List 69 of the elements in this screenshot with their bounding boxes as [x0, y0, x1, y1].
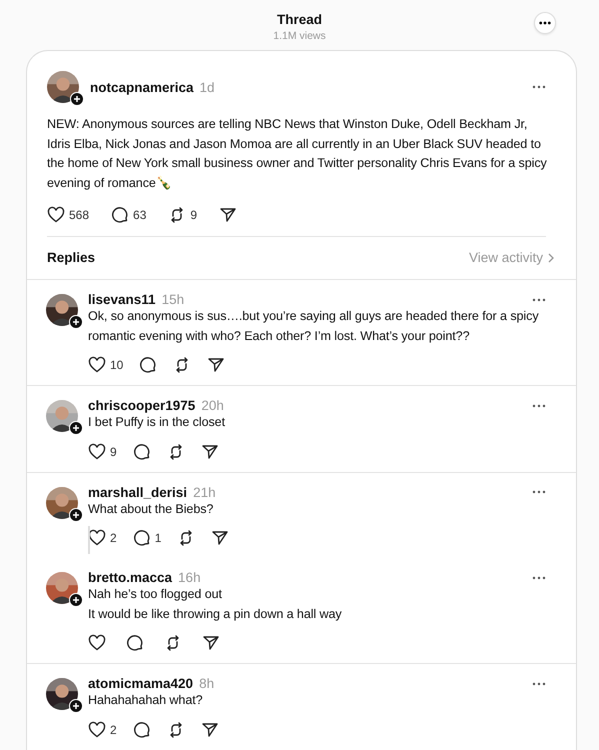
reply-text: I bet Puffy is in the closet: [88, 414, 226, 431]
reply-text: It would be like throwing a pin down a hall way: [88, 606, 343, 623]
send-icon: [202, 634, 220, 652]
heart-button[interactable]: 9: [88, 442, 117, 462]
reply-text: Nah he’s too flogged out: [88, 586, 223, 603]
heart-button[interactable]: 2: [88, 720, 117, 740]
send-icon: [207, 356, 226, 374]
heart-button[interactable]: 2: [88, 528, 117, 548]
heart-button[interactable]: 10: [88, 355, 124, 375]
repost-button[interactable]: 9: [168, 205, 198, 225]
heart-icon: [88, 720, 106, 738]
replies-heading: Replies: [47, 250, 96, 265]
heart-icon: [88, 529, 106, 547]
follow-icon[interactable]: [70, 92, 84, 106]
heart-icon: [88, 634, 106, 652]
send-icon: [211, 529, 230, 547]
comment-button[interactable]: [132, 720, 151, 740]
more-icon[interactable]: [532, 490, 546, 494]
view-count: 1.1M views: [273, 30, 326, 42]
comment-button[interactable]: [126, 633, 144, 653]
more-icon: [539, 21, 551, 25]
username[interactable]: chriscooper1975: [88, 398, 196, 413]
heart-icon: [88, 356, 106, 374]
reply-text: What about the Biebs?: [88, 500, 214, 518]
comment-button[interactable]: [139, 355, 158, 375]
comment-icon: [139, 356, 158, 374]
username[interactable]: lisevans11: [88, 292, 156, 307]
comment-icon: [111, 206, 130, 224]
follow-icon[interactable]: [69, 699, 83, 713]
send-icon: [200, 720, 219, 738]
send-icon: [200, 442, 219, 460]
follow-icon[interactable]: [69, 315, 83, 329]
follow-icon[interactable]: [69, 508, 83, 522]
follow-icon[interactable]: [69, 421, 83, 435]
follow-icon[interactable]: [69, 593, 83, 607]
reply-time: 20h: [201, 398, 224, 413]
reply-time: 16h: [178, 570, 201, 585]
more-icon[interactable]: [532, 298, 546, 302]
more-icon[interactable]: [532, 576, 546, 580]
comment-icon: [132, 720, 151, 738]
username[interactable]: notcapnamerica: [90, 80, 194, 94]
heart-button[interactable]: 568: [47, 205, 90, 225]
reply-time: 21h: [193, 484, 216, 500]
reply-time: 8h: [199, 676, 214, 691]
more-button[interactable]: [534, 12, 556, 34]
send-icon: [219, 206, 238, 224]
more-icon[interactable]: [532, 85, 546, 89]
post-text: NEW: Anonymous sources are telling NBC News that Winston Duke, Odell Beckham Jr, Idris Elba, Nick Jonas and Jason Momoa are all currently in an Uber Black SUV headed to the home of New York small business owner and Twitter personality Chris Evans for a spicy evening of romance🍾: [47, 116, 548, 192]
thread-line: [88, 526, 90, 554]
heart-icon: [88, 442, 106, 460]
heart-button[interactable]: [88, 633, 106, 653]
reply-text: Ok, so anonymous is sus….but you’re saying all guys are headed there for a spicy romantic evening with who? Each other? I’m lost. What’s your point??: [88, 308, 540, 345]
username[interactable]: bretto.macca: [88, 570, 172, 585]
reply-text: Hahahahahah what?: [88, 692, 204, 709]
thread-title: Thread: [276, 11, 322, 27]
username[interactable]: marshall_derisi: [88, 484, 188, 500]
post-time: 1d: [200, 80, 215, 94]
heart-icon: [47, 206, 65, 224]
comment-icon: [126, 634, 144, 652]
comment-icon: [132, 529, 151, 547]
username[interactable]: atomicmama420: [88, 676, 194, 691]
comment-icon: [132, 442, 151, 460]
comment-button[interactable]: [132, 442, 151, 462]
chevron-icon: [548, 252, 554, 262]
reply-time: 15h: [162, 292, 184, 307]
more-icon[interactable]: [532, 404, 546, 408]
comment-button[interactable]: 1: [132, 528, 162, 548]
comment-button[interactable]: 63: [111, 205, 146, 225]
more-icon[interactable]: [532, 682, 546, 686]
